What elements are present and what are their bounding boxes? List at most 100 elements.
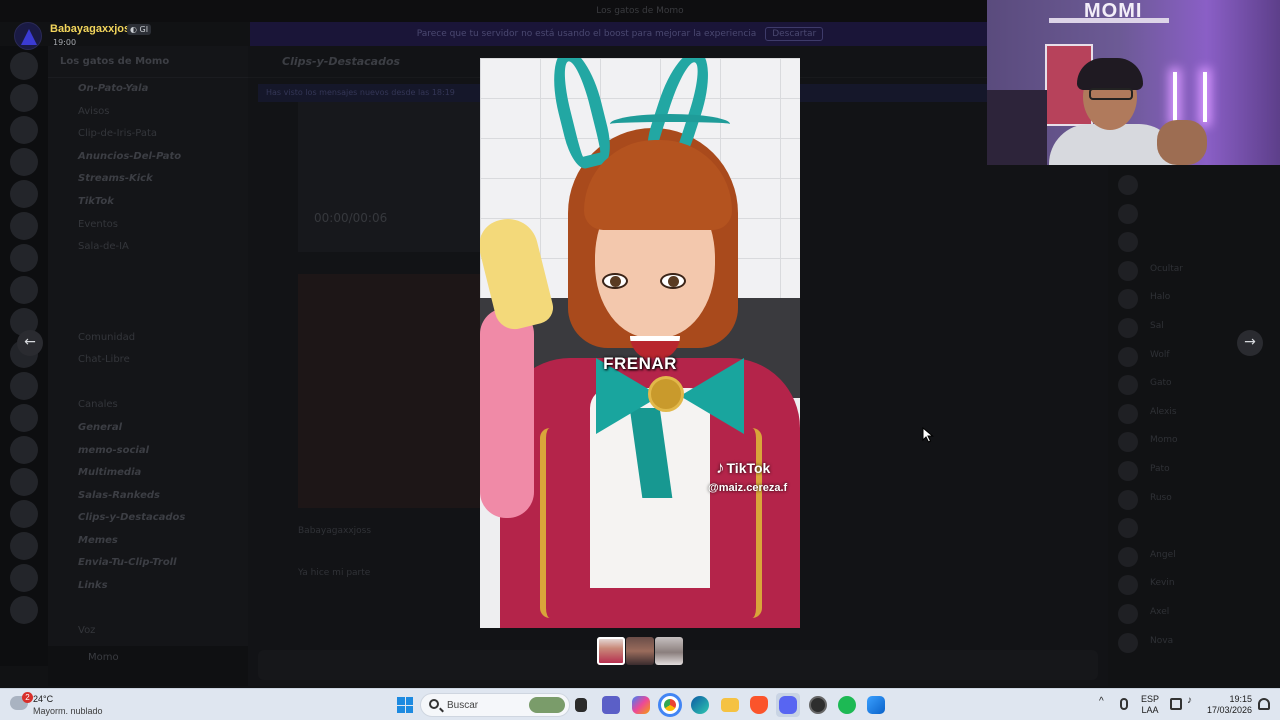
channel-item[interactable]: Chat-Libre [48,349,248,372]
server-icon[interactable] [10,372,38,400]
channel-category[interactable]: Canales [48,394,248,417]
server-icon[interactable] [10,212,38,240]
system-clock[interactable]: 19:15 17/03/2026 [1206,694,1252,720]
server-icon[interactable] [10,180,38,208]
channel-item[interactable] [48,304,248,327]
taskbar-app[interactable] [835,693,859,717]
server-icon[interactable] [10,84,38,112]
channel-item[interactable]: Envia-Tu-Clip-Troll [48,552,248,575]
member-item[interactable]: Angel [1108,542,1280,571]
volume-icon[interactable]: ♪ [1187,695,1199,707]
taskbar-app-active[interactable] [776,693,800,717]
channel-item[interactable]: Streams-Kick [48,168,248,191]
server-icon[interactable] [10,532,38,560]
taskbar-app[interactable] [629,693,653,717]
streamer-hair [1077,58,1143,90]
channel-item[interactable]: memo-social [48,440,248,463]
member-item[interactable]: Alexis [1108,399,1280,428]
taskbar-app[interactable] [599,693,623,717]
server-icon[interactable] [10,468,38,496]
channel-item[interactable]: Eventos [48,214,248,237]
taskbar-app[interactable] [688,693,712,717]
taskbar-app[interactable] [569,693,593,717]
thumbnail[interactable] [626,637,654,665]
chevron-up-icon[interactable]: ^ [1099,696,1111,708]
windows-icon [397,697,413,713]
server-icon[interactable] [10,116,38,144]
member-item[interactable]: Kevin [1108,570,1280,599]
message-author[interactable]: Babayagaxxjoss [298,526,371,536]
eye-right [660,273,686,289]
channel-item[interactable]: Avisos [48,101,248,124]
taskbar-app[interactable] [806,693,830,717]
member-item[interactable] [1108,199,1280,228]
taskbar-app[interactable] [658,693,682,717]
thumbnail-strip [597,637,683,665]
member-item[interactable]: Ruso [1108,485,1280,514]
thumbnail[interactable] [597,637,625,665]
channel-item[interactable]: Comunidad [48,327,248,350]
taskbar-search[interactable]: Buscar [420,693,570,717]
thumbnail[interactable] [655,637,683,665]
avatar[interactable] [14,22,42,50]
channel-item[interactable]: Clip-de-Iris-Pata [48,123,248,146]
channel-item[interactable]: General [48,417,248,440]
channel-item[interactable]: Links [48,575,248,598]
server-icon[interactable] [10,244,38,272]
gold-trim-right [712,428,762,618]
channel-item[interactable]: Clips-y-Destacados [48,507,248,530]
taskbar-app[interactable] [864,693,888,717]
channel-item[interactable]: On-Pato-Yala [48,78,248,101]
network-icon[interactable] [1170,698,1182,710]
notification-badge: 2 [22,692,33,703]
server-icon[interactable] [10,436,38,464]
channel-category[interactable]: Voz [48,620,248,643]
channel-item[interactable]: Salas-Rankeds [48,485,248,508]
member-item[interactable]: Pato [1108,456,1280,485]
language-indicator[interactable]: ESP LAA [1141,694,1159,720]
user-panel[interactable]: Momo [48,646,248,686]
member-item[interactable]: Halo [1108,284,1280,313]
server-icon[interactable] [10,148,38,176]
notification-bell-icon[interactable] [1258,698,1270,710]
member-item[interactable]: Nova [1108,628,1280,657]
channel-item[interactable]: Anuncios-Del-Pato [48,146,248,169]
start-button[interactable] [393,693,417,717]
server-icon[interactable] [10,276,38,304]
weather-description: Mayorm. nublado [33,706,103,716]
server-icon[interactable] [10,564,38,592]
member-item[interactable]: Axel [1108,599,1280,628]
member-item[interactable]: Ocultar [1108,256,1280,285]
server-icon[interactable] [10,404,38,432]
obs-icon [809,696,827,714]
channel-item[interactable] [48,372,248,395]
author-name[interactable]: Babayagaxxjoss [50,23,136,35]
media-image[interactable]: FRENAR ♪ TikTok @maiz.cereza.f [480,58,800,628]
channel-item[interactable] [48,281,248,304]
edge-icon [691,696,709,714]
taskbar-app[interactable] [747,693,771,717]
member-item[interactable] [1108,227,1280,256]
server-name[interactable]: Los gatos de Momo [48,46,248,78]
member-item[interactable] [1108,170,1280,199]
clock-date: 17/03/2026 [1206,705,1252,715]
channel-item[interactable]: Multimedia [48,462,248,485]
file-explorer-icon [575,698,587,712]
channel-item[interactable]: Sala-de-IA [48,236,248,259]
member-item[interactable]: Momo [1108,427,1280,456]
server-icon[interactable] [10,500,38,528]
channel-item[interactable] [48,259,248,282]
server-icon[interactable] [10,596,38,624]
channel-item[interactable] [48,598,248,621]
microphone-icon[interactable] [1120,698,1128,710]
next-media-button[interactable]: → [1237,330,1263,356]
server-icon[interactable] [10,52,38,80]
banner-dismiss-button[interactable]: Descartar [765,27,824,41]
light-bar-left [1173,72,1177,122]
channel-item[interactable]: Memes [48,530,248,553]
previous-media-button[interactable]: ← [17,330,43,356]
member-item[interactable]: Gato [1108,370,1280,399]
taskbar-app[interactable] [718,693,742,717]
member-item[interactable] [1108,513,1280,542]
channel-item[interactable]: TikTok [48,191,248,214]
